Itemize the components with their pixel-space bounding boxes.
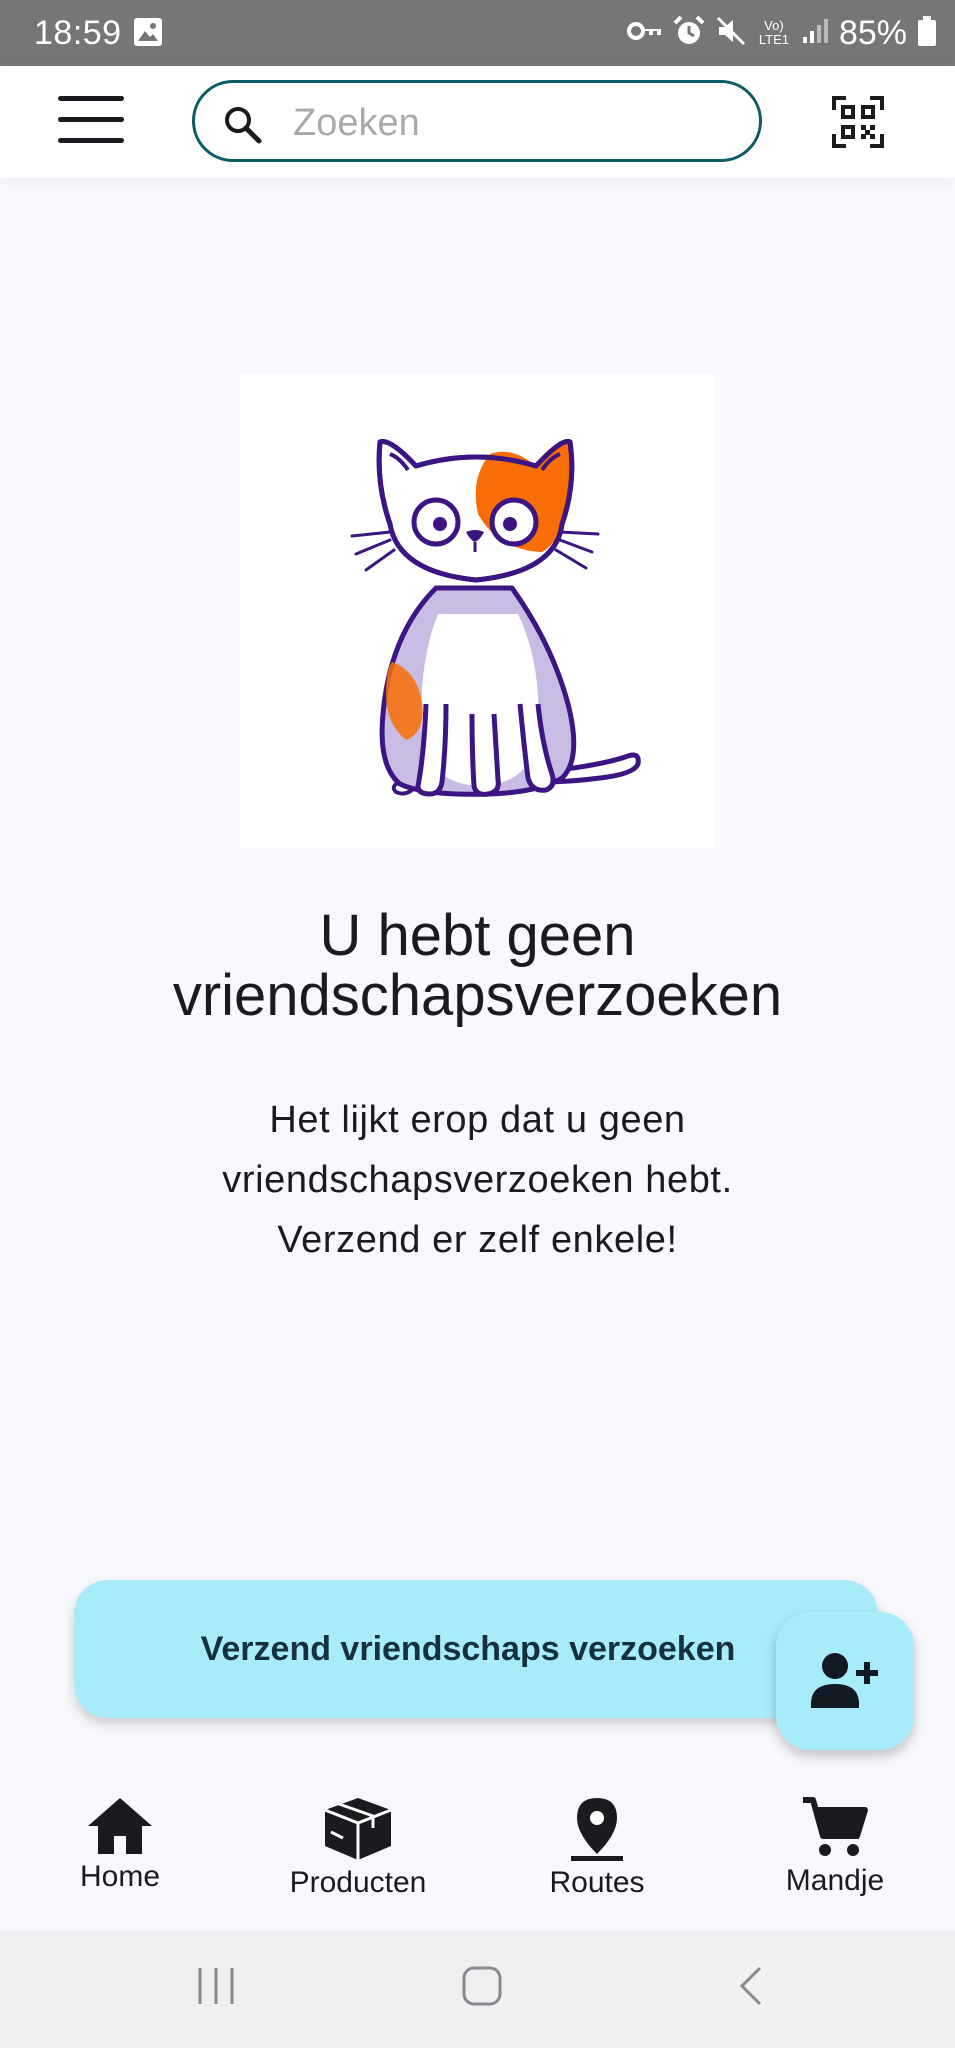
nav-item-routes[interactable]: Routes	[497, 1796, 697, 1900]
cat-illustration	[350, 439, 641, 797]
search-icon	[223, 105, 263, 150]
hamburger-icon-line	[58, 117, 124, 122]
hamburger-icon-line	[58, 96, 124, 101]
empty-state-message-line: vriendschapsverzoeken hebt.	[222, 1159, 733, 1201]
bottom-navigation: Home Producten Routes Mandje	[0, 1780, 955, 1930]
top-app-bar	[0, 66, 955, 178]
home-icon	[88, 1798, 152, 1854]
recent-apps-icon	[198, 1968, 234, 2004]
system-navigation-bar	[0, 1930, 955, 2048]
empty-state-illustration	[240, 374, 714, 848]
search-input[interactable]	[291, 93, 735, 153]
menu-button[interactable]	[58, 96, 130, 148]
back-button[interactable]	[730, 1964, 774, 2013]
empty-state-title: U hebt geen vriendschapsverzoeken	[60, 906, 895, 1026]
empty-state-message: Het lijkt erop dat u geen vriendschapsve…	[100, 1090, 855, 1270]
empty-state-message-line: Verzend er zelf enkele!	[277, 1219, 678, 1261]
network-label: Vo) LTE1	[758, 18, 789, 47]
send-friend-requests-label: Verzend vriendschaps verzoeken	[200, 1629, 736, 1668]
empty-state-title-line: vriendschapsverzoeken	[172, 963, 783, 1028]
status-bar: 18:59 Vo) LTE1 85%	[0, 0, 955, 66]
nav-label-routes: Routes	[549, 1866, 645, 1899]
signal-icon	[801, 17, 829, 50]
vpn-key-icon	[626, 19, 663, 48]
gallery-notification-icon	[132, 16, 164, 53]
battery-icon	[917, 15, 937, 52]
package-icon	[324, 1798, 392, 1860]
search-bar[interactable]	[192, 80, 762, 162]
empty-state-message-line: Het lijkt erop dat u geen	[269, 1099, 686, 1141]
alarm-icon	[673, 15, 705, 52]
location-pin-icon	[571, 1798, 623, 1861]
cart-icon	[803, 1797, 868, 1856]
hamburger-icon-line	[58, 138, 124, 143]
add-friend-fab[interactable]	[776, 1612, 914, 1750]
home-square-icon	[462, 1966, 502, 2006]
nav-item-mandje[interactable]: Mandje	[735, 1796, 935, 1898]
nav-item-home[interactable]: Home	[20, 1796, 220, 1894]
nav-label-mandje: Mandje	[785, 1864, 885, 1897]
mute-icon	[715, 15, 747, 52]
person-add-icon	[811, 1653, 878, 1708]
recent-apps-button[interactable]	[194, 1964, 238, 2013]
battery-percent: 85%	[838, 13, 907, 52]
qr-code-icon	[832, 96, 884, 148]
status-icons: Vo) LTE1 85%	[626, 12, 937, 54]
send-friend-requests-button[interactable]: Verzend vriendschaps verzoeken	[74, 1580, 878, 1718]
empty-state-title-line: U hebt geen	[319, 903, 636, 968]
nav-item-producten[interactable]: Producten	[258, 1796, 458, 1900]
home-system-button[interactable]	[460, 1964, 504, 2013]
back-chevron-icon	[739, 1966, 762, 2006]
status-time: 18:59	[34, 14, 122, 52]
nav-label-producten: Producten	[289, 1866, 427, 1899]
qr-scan-button[interactable]	[830, 94, 886, 155]
nav-label-home: Home	[79, 1860, 161, 1893]
